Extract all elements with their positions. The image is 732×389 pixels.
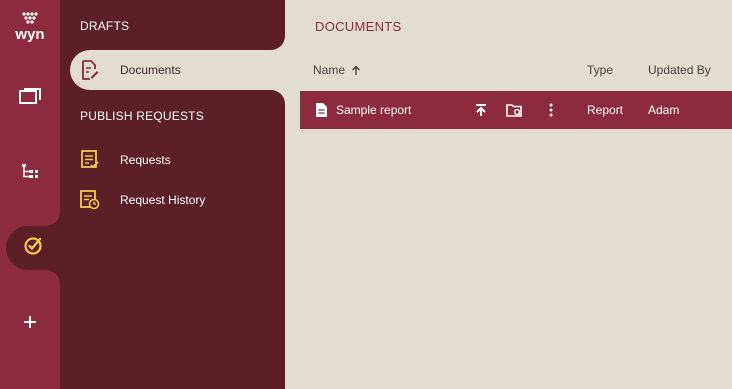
nav-item-label: Request History — [120, 193, 206, 207]
column-header-type[interactable]: Type — [587, 63, 613, 77]
secondary-nav: DRAFTS Documents PUBLISH REQUESTS Reques… — [60, 0, 285, 389]
row-updated-by: Adam — [648, 103, 680, 117]
request-history-icon — [70, 190, 110, 210]
publish-icon — [23, 236, 43, 261]
nav-item-requests[interactable]: Requests — [70, 140, 285, 180]
rail-hierarchy-button[interactable] — [0, 151, 60, 195]
rail-documents-button[interactable] — [0, 77, 60, 121]
publish-button[interactable] — [471, 100, 491, 120]
app-rail: wyn — [0, 0, 60, 389]
plus-icon — [23, 315, 37, 334]
documents-icon — [19, 87, 41, 111]
sort-ascending-icon — [351, 65, 361, 76]
more-vertical-icon — [549, 103, 553, 117]
request-icon — [70, 150, 110, 170]
table-row[interactable]: Sample report Report Adam — [300, 91, 732, 129]
publish-requests-heading: PUBLISH REQUESTS — [80, 109, 204, 123]
nav-item-label: Requests — [120, 153, 171, 167]
row-type: Report — [587, 103, 624, 117]
open-location-button[interactable] — [505, 100, 525, 120]
column-header-updated-by[interactable]: Updated By — [648, 63, 711, 77]
nav-item-label: Documents — [120, 63, 181, 77]
rail-publish-button[interactable] — [6, 226, 60, 270]
document-edit-icon — [70, 60, 110, 80]
folder-search-icon — [506, 103, 524, 118]
drafts-heading: DRAFTS — [80, 19, 130, 33]
column-header-name[interactable]: Name — [313, 63, 361, 77]
wyn-logo[interactable]: wyn — [8, 10, 52, 44]
report-file-icon — [315, 102, 328, 118]
column-header-label: Name — [313, 63, 346, 77]
row-name: Sample report — [336, 103, 412, 117]
row-name-cell: Sample report — [315, 91, 411, 129]
hierarchy-icon — [21, 163, 39, 184]
nav-item-documents[interactable]: Documents — [70, 50, 285, 90]
logo-text: wyn — [14, 26, 44, 43]
rail-add-button[interactable] — [0, 302, 60, 346]
page-title: DOCUMENTS — [315, 19, 402, 34]
more-options-button[interactable] — [541, 100, 561, 120]
upload-icon — [474, 103, 488, 117]
nav-item-request-history[interactable]: Request History — [70, 180, 285, 220]
